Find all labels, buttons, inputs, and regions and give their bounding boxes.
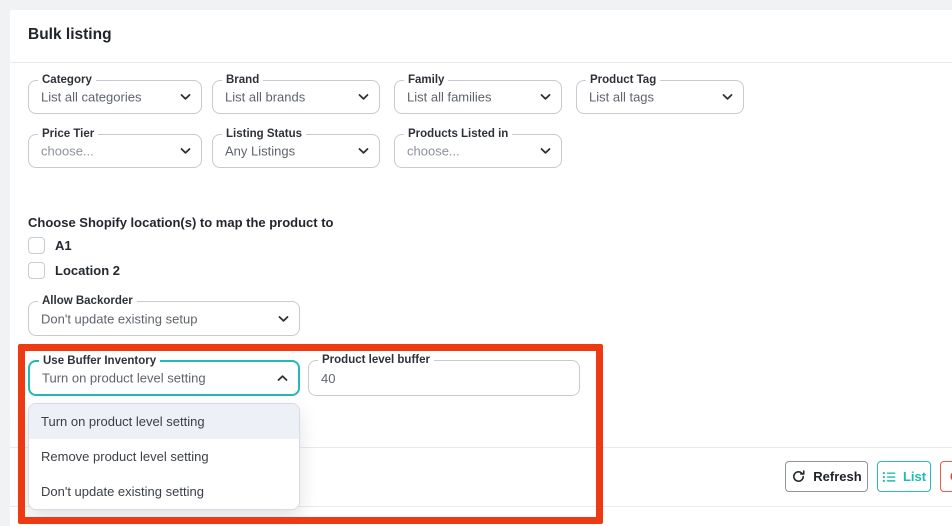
brand-label: Brand <box>222 73 263 87</box>
category-value: List all categories <box>41 90 141 105</box>
allow-backorder-label: Allow Backorder <box>38 294 137 308</box>
refresh-button-label: Refresh <box>813 469 861 484</box>
listing-status-value: Any Listings <box>225 144 295 159</box>
listing-status-label: Listing Status <box>222 127 306 141</box>
family-value: List all families <box>407 90 492 105</box>
chevron-down-icon <box>358 147 369 155</box>
product-tag-label: Product Tag <box>586 73 660 87</box>
category-select[interactable]: Category List all categories <box>28 80 202 114</box>
use-buffer-inventory-dropdown: Turn on product level setting Remove pro… <box>28 403 300 510</box>
chevron-down-icon <box>180 147 191 155</box>
allow-backorder-select[interactable]: Allow Backorder Don't update existing se… <box>28 301 300 336</box>
product-tag-value: List all tags <box>589 90 654 105</box>
product-level-buffer-field: Product level buffer <box>308 360 580 396</box>
allow-backorder-value: Don't update existing setup <box>41 311 197 326</box>
products-listed-in-label: Products Listed in <box>404 127 512 141</box>
location-2-label: Location 2 <box>55 263 120 278</box>
chevron-down-icon <box>722 93 733 101</box>
chevron-down-icon <box>180 93 191 101</box>
family-label: Family <box>404 73 448 87</box>
products-listed-in-value: choose... <box>407 144 460 159</box>
use-buffer-inventory-label: Use Buffer Inventory <box>39 354 160 368</box>
locations-heading: Choose Shopify location(s) to map the pr… <box>28 215 334 230</box>
location-row-2: Location 2 <box>28 261 120 279</box>
price-tier-select[interactable]: Price Tier choose... <box>28 134 202 168</box>
use-buffer-inventory-select[interactable]: Use Buffer Inventory Turn on product lev… <box>28 360 300 396</box>
family-select[interactable]: Family List all families <box>394 80 562 114</box>
page-title: Bulk listing <box>28 26 112 44</box>
chevron-down-icon <box>278 315 289 323</box>
listing-status-select[interactable]: Listing Status Any Listings <box>212 134 380 168</box>
location-2-checkbox[interactable] <box>28 262 45 279</box>
chevron-up-icon <box>277 374 288 382</box>
price-tier-label: Price Tier <box>38 127 98 141</box>
bulk-listing-page: Bulk listing Category List all categorie… <box>0 0 952 526</box>
refresh-button[interactable]: Refresh <box>785 461 868 492</box>
list-button[interactable]: List <box>877 461 931 492</box>
list-button-label: List <box>903 469 926 484</box>
location-a1-label: A1 <box>55 238 72 253</box>
chevron-down-icon <box>540 93 551 101</box>
list-icon <box>882 471 896 483</box>
use-buffer-inventory-value: Turn on product level setting <box>42 371 206 386</box>
product-tag-select[interactable]: Product Tag List all tags <box>576 80 744 114</box>
category-label: Category <box>38 73 96 87</box>
dropdown-option-turn-on[interactable]: Turn on product level setting <box>29 404 299 439</box>
chevron-down-icon <box>540 147 551 155</box>
dropdown-option-remove[interactable]: Remove product level setting <box>29 439 299 474</box>
dropdown-option-dont-update[interactable]: Don't update existing setting <box>29 474 299 509</box>
location-a1-checkbox[interactable] <box>28 237 45 254</box>
header-divider <box>10 62 952 63</box>
brand-value: List all brands <box>225 90 305 105</box>
refresh-icon <box>791 469 806 484</box>
location-row-a1: A1 <box>28 236 72 254</box>
product-level-buffer-input[interactable] <box>309 361 579 395</box>
products-listed-in-select[interactable]: Products Listed in choose... <box>394 134 562 168</box>
chevron-down-icon <box>358 93 369 101</box>
clipped-action-button[interactable]: C <box>940 461 952 492</box>
brand-select[interactable]: Brand List all brands <box>212 80 380 114</box>
price-tier-value: choose... <box>41 144 94 159</box>
